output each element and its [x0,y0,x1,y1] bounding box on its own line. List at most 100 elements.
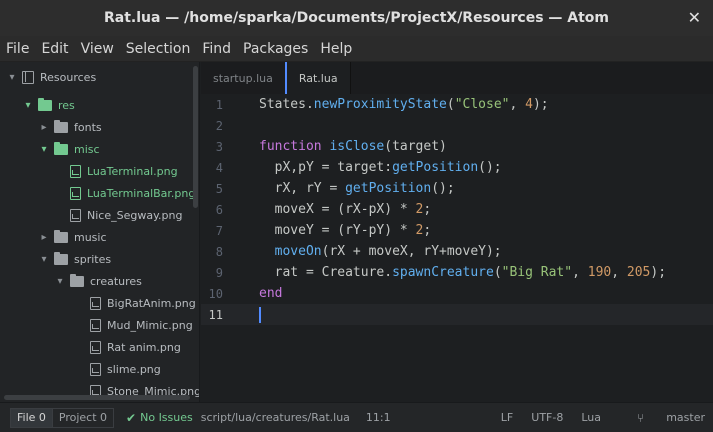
tree-item-label: creatures [90,274,142,288]
tree-item-label: Rat anim.png [107,340,181,354]
menu-edit[interactable]: Edit [35,41,74,57]
chevron-right-icon[interactable]: ▸ [38,232,50,243]
chevron-down-icon[interactable]: ▾ [38,144,50,155]
code-text: moveOn(rX + moveX, rY+moveY); [274,244,502,259]
grammar[interactable]: Lua [581,411,601,424]
code-line: 2 [201,115,713,136]
tree-item-label: Nice_Segway.png [87,208,183,222]
code-line: 7 moveY = (rY-pY) * 2; [201,220,713,241]
tree-item-bigratanim[interactable]: BigRatAnim.png [90,292,196,314]
folder-icon [54,119,68,133]
tree-root-label: Resources [40,70,97,84]
menu-packages[interactable]: Packages [237,41,314,57]
window-title: Rat.lua — /home/sparka/Documents/Project… [103,10,610,26]
line-number: 3 [215,139,223,154]
text-cursor [259,307,261,323]
folder-icon [54,141,68,155]
tree-item-nice-segway[interactable]: Nice_Segway.png [70,204,182,226]
tab-rat-lua[interactable]: Rat.lua [284,62,351,94]
image-file-icon [90,296,101,310]
line-ending[interactable]: LF [501,411,513,424]
line-number: 2 [215,118,223,133]
chevron-down-icon[interactable]: ▾ [38,254,50,265]
tree-item-luaterminalbar[interactable]: LuaTerminalBar.png [70,182,195,204]
line-number: 10 [208,286,223,301]
code-editor[interactable]: 1 States.newProximityState("Close", 4); … [201,94,713,402]
tree-item-rat-anim[interactable]: Rat anim.png [90,336,181,358]
tree-item-label: fonts [74,120,102,134]
tree-item-creatures[interactable]: ▾ creatures [54,270,142,292]
tree-item-slime[interactable]: slime.png [90,358,161,380]
tree-item-fonts[interactable]: ▸ fonts [38,116,102,138]
tree-view: ▾ Resources ▾ res ▸ fonts ▾ misc LuaTerm… [0,62,200,402]
code-line-current: 11 [201,304,713,325]
code-text: function isClose(target) [259,139,447,154]
code-line: 1 States.newProximityState("Close", 4); [201,94,713,115]
code-line: 8 moveOn(rX + moveX, rY+moveY); [201,241,713,262]
menu-bar: File Edit View Selection Find Packages H… [0,36,713,62]
tab-startup-lua[interactable]: startup.lua [201,62,285,94]
folder-icon [54,251,68,265]
tree-item-label: Mud_Mimic.png [107,318,193,332]
code-text: moveY = (rY-pY) * 2; [259,223,432,238]
linter-status[interactable]: ✔ No Issues [126,411,193,425]
menu-view[interactable]: View [75,41,120,57]
issues-label: No Issues [140,411,193,424]
image-file-icon [70,208,81,222]
line-number: 6 [215,202,223,217]
image-file-icon [90,340,101,354]
menu-help[interactable]: Help [314,41,358,57]
status-bar: File 0 Project 0 ✔ No Issues script/lua/… [0,402,713,432]
line-number: 9 [215,265,223,280]
file-path[interactable]: script/lua/creatures/Rat.lua [201,411,350,424]
chevron-right-icon[interactable]: ▸ [38,122,50,133]
close-icon[interactable]: ✕ [688,8,701,27]
line-number: 5 [215,181,223,196]
encoding[interactable]: UTF-8 [531,411,563,424]
code-text: rat = Creature.spawnCreature("Big Rat", … [259,265,667,280]
menu-file[interactable]: File [0,41,35,57]
tree-item-label: LuaTerminal.png [87,164,178,178]
tab-bar: startup.lua Rat.lua [201,62,713,94]
code-text: moveX = (rX-pX) * 2; [259,202,432,217]
git-branch[interactable]: ⑂ master [619,411,705,425]
code-line: 10 end [201,283,713,304]
tree-item-luaterminal[interactable]: LuaTerminal.png [70,160,178,182]
tree-item-label: sprites [74,252,112,266]
image-file-icon [90,362,101,376]
file-count-button[interactable]: File 0 [10,407,53,428]
code-line: 4 pX,pY = target:getPosition(); [201,157,713,178]
line-number: 7 [215,223,223,238]
chevron-down-icon[interactable]: ▾ [6,72,18,83]
line-number: 1 [215,97,223,112]
line-number: 11 [208,307,223,322]
tree-item-mud-mimic[interactable]: Mud_Mimic.png [90,314,193,336]
code-line: 6 moveX = (rX-pX) * 2; [201,199,713,220]
git-branch-icon: ⑂ [637,410,645,425]
tree-item-music[interactable]: ▸ music [38,226,107,248]
menu-find[interactable]: Find [196,41,237,57]
menu-selection[interactable]: Selection [120,41,197,57]
check-icon: ✔ [126,410,137,425]
line-number: 4 [215,160,223,175]
tree-vertical-scrollbar[interactable] [193,66,198,208]
tree-item-label: music [74,230,107,244]
tree-item-misc[interactable]: ▾ misc [38,138,100,160]
folder-icon [54,229,68,243]
tree-horizontal-scrollbar[interactable] [4,395,190,400]
tree-item-res[interactable]: ▾ res [22,94,75,116]
project-count-button[interactable]: Project 0 [52,407,115,428]
tree-item-label: res [58,98,75,112]
tree-item-sprites[interactable]: ▾ sprites [38,248,111,270]
chevron-down-icon[interactable]: ▾ [22,100,34,111]
cursor-position[interactable]: 11:1 [366,411,391,424]
repo-icon [22,70,34,84]
code-text: end [259,286,283,301]
status-right: LF UTF-8 Lua ⑂ master [483,411,713,425]
tree-item-label: LuaTerminalBar.png [87,186,196,200]
image-file-icon [70,186,81,200]
tree-root[interactable]: ▾ Resources [6,66,96,88]
tree-item-label: slime.png [107,362,161,376]
chevron-down-icon[interactable]: ▾ [54,276,66,287]
title-bar: Rat.lua — /home/sparka/Documents/Project… [0,0,713,36]
